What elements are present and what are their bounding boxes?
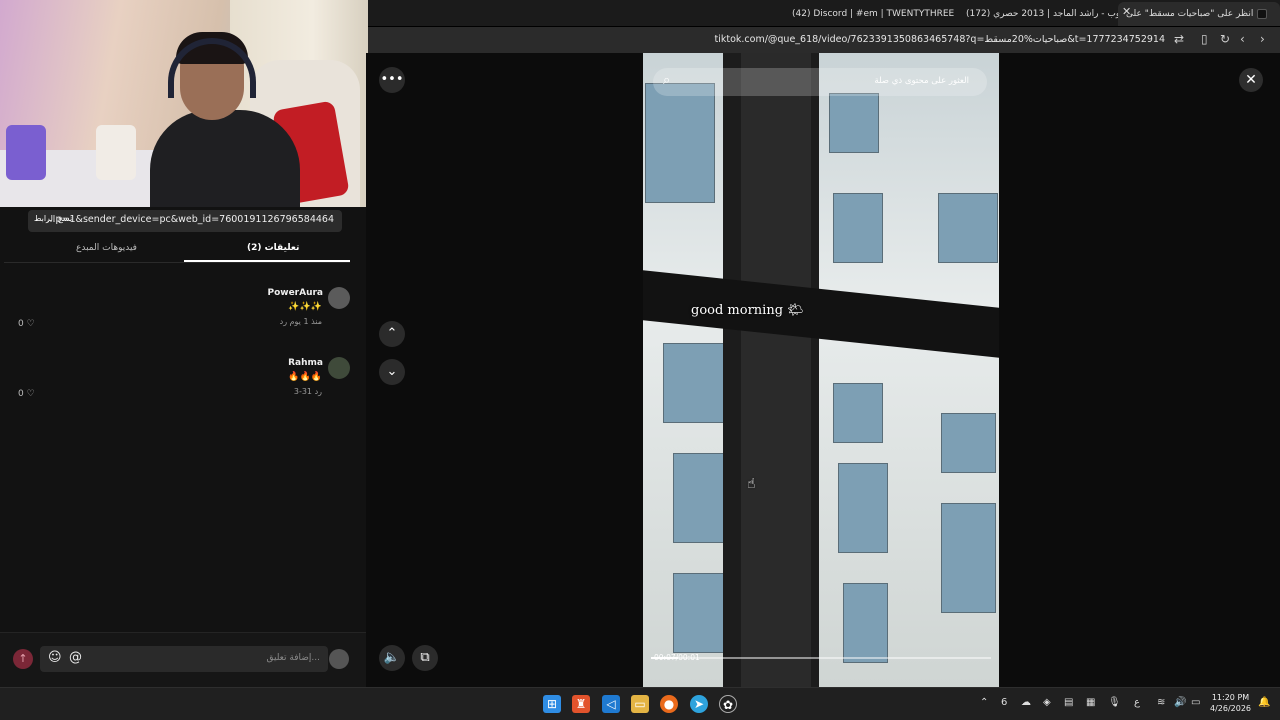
tab-label: (42) Discord | #em | TWENTYTHREE — [792, 9, 954, 19]
send-comment-button[interactable]: ↑ — [13, 649, 33, 669]
language-indicator[interactable]: ع — [1134, 697, 1140, 708]
comment-item: PowerAura ✨✨✨ منذ 1 يوم رد 0 ♡ — [0, 287, 366, 347]
comment-input-bar: ↑ ☺ @ إضافة تعليق... — [0, 632, 366, 687]
window-pane — [663, 343, 725, 423]
browser-tab-bar: + (42) Discord | #em | TWENTYTHREE (172)… — [368, 0, 1280, 26]
active-tab-underline — [184, 260, 350, 262]
telegram-icon[interactable]: ➤ — [690, 695, 708, 713]
more-options-button[interactable]: ••• — [379, 67, 405, 93]
mention-icon[interactable]: @ — [69, 650, 82, 665]
windows-taskbar: ⊞ ♜ ◁ ▭ ● ➤ ✿ ⌃ 6 ☁ ◈ ▤ ▦ 🎙 ع ≋ 🔊 ▭ 11:2… — [0, 687, 1280, 720]
windows-start-icon[interactable]: ⊞ — [543, 695, 561, 713]
video-player[interactable]: ⌕ العثور على محتوى ذي صلة good morning 🌤… — [643, 53, 999, 687]
tab-label: (172) غروب - راشد الماجد | 2013 حصري — [966, 9, 1118, 19]
tray-chevron-icon[interactable]: ⌃ — [980, 697, 988, 708]
related-search-placeholder: العثور على محتوى ذي صلة — [874, 76, 969, 86]
share-icon[interactable]: ⇄ — [1174, 32, 1184, 46]
tab-creator-videos[interactable]: فيديوهات المبدع — [76, 243, 137, 253]
previous-video-button[interactable]: ⌃ — [379, 321, 405, 347]
defender-icon[interactable]: ◈ — [1043, 697, 1051, 708]
back-icon[interactable]: ‹ — [1240, 32, 1245, 46]
window-pane — [941, 413, 996, 473]
comments-panel: نسخ الرابط ...p=1&sender_device=pc&web_i… — [0, 207, 366, 687]
window-pane — [938, 193, 998, 263]
webcam-overlay — [0, 0, 368, 207]
comment-username[interactable]: PowerAura — [267, 288, 323, 298]
video-timestamp: 00:07/00:01 — [654, 653, 700, 662]
microphone-icon[interactable]: 🎙 — [1108, 697, 1121, 708]
brave-browser-icon[interactable]: ♜ — [572, 695, 590, 713]
window-pane — [941, 503, 996, 613]
window-pane — [843, 583, 888, 663]
volume-icon[interactable]: 🔊 — [1174, 697, 1186, 708]
next-video-button[interactable]: ⌄ — [379, 359, 405, 385]
wifi-icon[interactable]: ≋ — [1157, 697, 1165, 708]
forward-icon[interactable]: › — [1260, 32, 1265, 46]
window-frame — [811, 53, 819, 687]
window-pane — [829, 93, 879, 153]
system-clock[interactable]: 11:20 PM 4/26/2026 — [1210, 692, 1251, 714]
tray-audio-app-icon[interactable]: ▤ — [1064, 697, 1073, 708]
browser-tab-discord[interactable]: (42) Discord | #em | TWENTYTHREE — [784, 2, 954, 26]
browser-tab-tiktok[interactable]: انظر على "صباحيات مسقط" على — [1118, 2, 1280, 26]
comment-input[interactable]: ☺ @ إضافة تعليق... — [40, 646, 328, 672]
notification-icon[interactable]: 🔔 — [1258, 697, 1270, 708]
reload-icon[interactable]: ↻ — [1220, 32, 1230, 46]
address-bar[interactable]: tiktok.com/@que_618/video/76233913508634… — [368, 27, 1280, 53]
tiktok-icon — [1257, 9, 1268, 19]
related-search-bar[interactable]: ⌕ العثور على محتوى ذي صلة — [653, 68, 987, 96]
tab-label: انظر على "صباحيات مسقط" على — [1126, 9, 1254, 19]
video-caption: good morning 🌤 — [691, 303, 804, 318]
file-explorer-icon[interactable]: ▭ — [631, 695, 649, 713]
window-pane — [838, 463, 888, 553]
comment-like-button[interactable]: 0 ♡ — [18, 389, 35, 399]
firefox-icon[interactable]: ● — [660, 695, 678, 713]
video-progress-bar[interactable] — [651, 657, 991, 659]
bookmark-icon[interactable]: ▯ — [1201, 32, 1208, 46]
avatar[interactable] — [328, 287, 350, 309]
comment-meta: 3-31 رد — [293, 387, 322, 396]
comment-text: 🔥🔥🔥 — [288, 372, 322, 382]
onedrive-icon[interactable]: ☁ — [1021, 697, 1031, 708]
chatgpt-icon[interactable]: ✿ — [719, 695, 737, 713]
window-pane — [645, 83, 715, 203]
close-tab-icon[interactable]: ✕ — [1122, 5, 1131, 18]
pip-button[interactable]: ⧉ — [412, 645, 438, 671]
close-video-button[interactable]: ✕ — [1239, 68, 1263, 92]
tray-app-icon[interactable]: 6 — [1001, 697, 1007, 708]
webcam-person-shirt — [150, 110, 300, 207]
url-text: tiktok.com/@que_618/video/76233913508634… — [714, 34, 1165, 45]
comment-meta: منذ 1 يوم رد — [279, 317, 322, 326]
comment-text: ✨✨✨ — [288, 302, 322, 312]
window-frame — [741, 53, 811, 687]
avatar[interactable] — [328, 357, 350, 379]
window-pane — [833, 193, 883, 263]
webcam-bottle — [6, 125, 46, 180]
emoji-icon[interactable]: ☺ — [48, 650, 62, 665]
window-frame — [723, 53, 741, 687]
share-link-bar: نسخ الرابط ...p=1&sender_device=pc&web_i… — [28, 210, 342, 232]
tray-grid-icon[interactable]: ▦ — [1086, 697, 1095, 708]
comments-tabs: فيديوهات المبدع تعليقات (2) — [4, 239, 350, 263]
mouse-cursor-icon: ☝ — [747, 476, 756, 492]
volume-button[interactable]: 🔈 — [379, 645, 405, 671]
clock-date: 4/26/2026 — [1210, 704, 1252, 713]
window-pane — [833, 383, 883, 443]
browser-tab-youtube[interactable]: (172) غروب - راشد الماجد | 2013 حصري — [958, 2, 1118, 26]
share-url: ...p=1&sender_device=pc&web_id=760019112… — [46, 214, 334, 225]
comment-placeholder: إضافة تعليق... — [266, 653, 320, 663]
comment-item: Rahma 🔥🔥🔥 3-31 رد 0 ♡ — [0, 357, 366, 417]
vscode-icon[interactable]: ◁ — [602, 695, 620, 713]
clock-time: 11:20 PM — [1211, 693, 1250, 702]
tab-comments[interactable]: تعليقات (2) — [247, 243, 299, 253]
comment-like-button[interactable]: 0 ♡ — [18, 319, 35, 329]
comment-username[interactable]: Rahma — [288, 358, 323, 368]
battery-icon[interactable]: ▭ — [1191, 697, 1200, 708]
avatar — [329, 649, 349, 669]
webcam-cup — [96, 125, 136, 180]
search-icon: ⌕ — [663, 73, 671, 88]
